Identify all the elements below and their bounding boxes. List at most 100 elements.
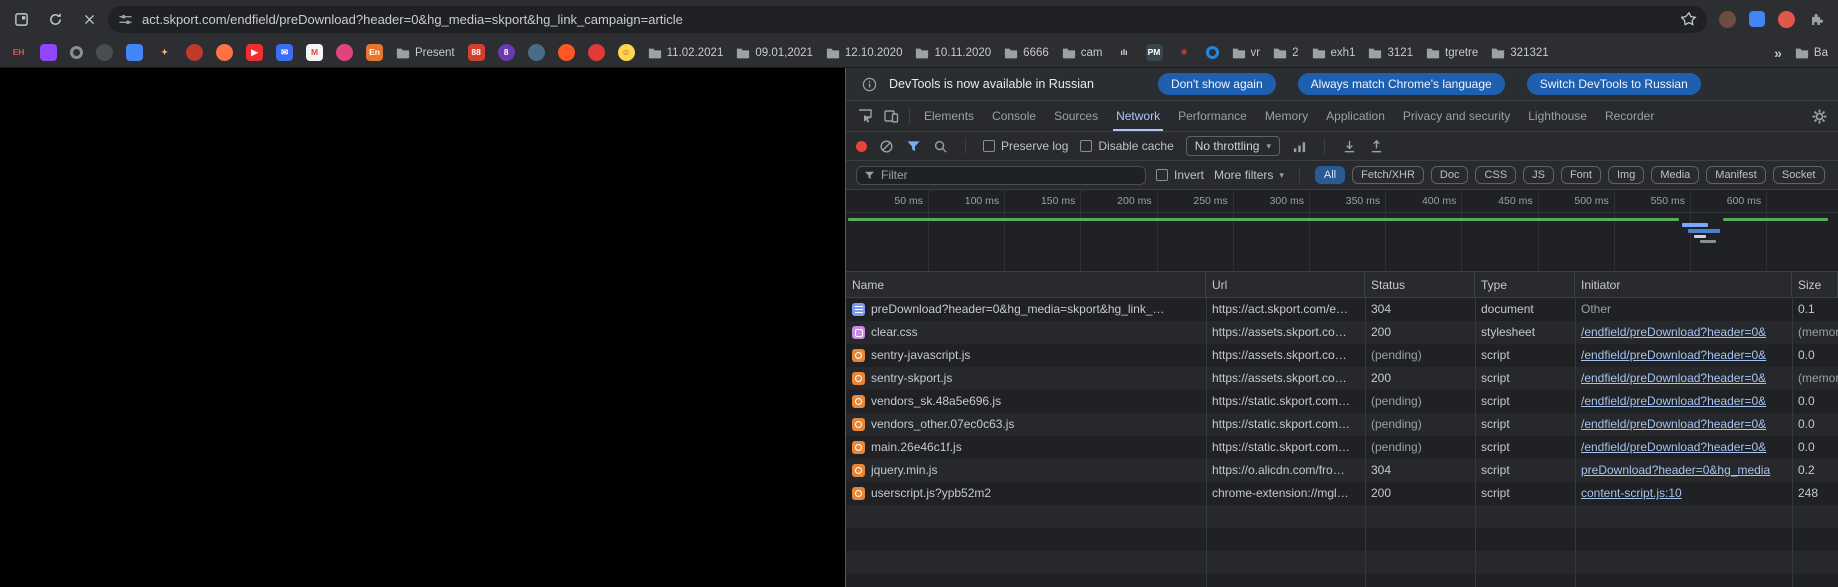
bookmark-88[interactable]: 88 bbox=[468, 44, 485, 61]
bookmark-twitch[interactable] bbox=[40, 44, 57, 61]
bookmark-folder-2[interactable]: 2 bbox=[1273, 47, 1298, 59]
column-header-name[interactable]: Name bbox=[846, 272, 1206, 297]
bookmark-red-badge[interactable] bbox=[186, 44, 203, 61]
bookmark-folder-present[interactable]: Present bbox=[396, 47, 455, 59]
chip-socket[interactable]: Socket bbox=[1773, 166, 1825, 184]
bookmark-pm[interactable]: PM bbox=[1146, 44, 1163, 61]
bookmark-flame[interactable] bbox=[216, 44, 233, 61]
extension-icon-2[interactable] bbox=[1749, 11, 1765, 27]
bookmark-folder-ba[interactable]: Ba bbox=[1795, 47, 1828, 59]
initiator-link[interactable]: /endfield/preDownload?header=0& bbox=[1581, 371, 1766, 385]
request-row-predownload-header-0-hg-media-skport-hg-[interactable]: preDownload?header=0&hg_media=skport&hg_… bbox=[846, 298, 1838, 321]
column-header-size[interactable]: Size bbox=[1792, 272, 1838, 297]
bookmark-folder-vr[interactable]: vr bbox=[1232, 47, 1261, 59]
chip-media[interactable]: Media bbox=[1651, 166, 1699, 184]
import-har-icon[interactable] bbox=[1342, 139, 1357, 154]
match-language-button[interactable]: Always match Chrome's language bbox=[1298, 73, 1505, 95]
column-header-status[interactable]: Status bbox=[1365, 272, 1475, 297]
bookmark-en[interactable]: En bbox=[366, 44, 383, 61]
bookmark-mail[interactable]: ✉ bbox=[276, 44, 293, 61]
bookmark-orange-circle[interactable] bbox=[558, 44, 575, 61]
network-overview-timeline[interactable]: 50 ms100 ms150 ms200 ms250 ms300 ms350 m… bbox=[846, 190, 1838, 272]
disable-cache-checkbox[interactable]: Disable cache bbox=[1080, 139, 1173, 153]
tab-recorder[interactable]: Recorder bbox=[1596, 101, 1663, 131]
request-row-jquery-min-js[interactable]: jquery.min.js https://o.alicdn.com/fro… … bbox=[846, 459, 1838, 482]
column-header-initiator[interactable]: Initiator bbox=[1575, 272, 1792, 297]
bookmark-gray-badge[interactable] bbox=[96, 44, 113, 61]
bookmark-folder-cam[interactable]: cam bbox=[1062, 47, 1103, 59]
bookmark-blue-gray[interactable] bbox=[528, 44, 545, 61]
preserve-log-checkbox[interactable]: Preserve log bbox=[983, 139, 1068, 153]
network-conditions-icon[interactable] bbox=[1292, 139, 1307, 154]
chip-css[interactable]: CSS bbox=[1475, 166, 1516, 184]
site-settings-icon[interactable] bbox=[118, 12, 133, 27]
column-header-url[interactable]: Url bbox=[1206, 272, 1365, 297]
bookmark-dark-ring[interactable] bbox=[70, 46, 83, 59]
bookmark-waveform[interactable]: ılı bbox=[1116, 44, 1133, 61]
initiator-link[interactable]: /endfield/preDownload?header=0& bbox=[1581, 440, 1766, 454]
bookmark-red-circle[interactable] bbox=[588, 44, 605, 61]
dont-show-again-button[interactable]: Don't show again bbox=[1158, 73, 1276, 95]
tab-lighthouse[interactable]: Lighthouse bbox=[1519, 101, 1596, 131]
invert-checkbox[interactable]: Invert bbox=[1156, 168, 1204, 182]
chip-img[interactable]: Img bbox=[1608, 166, 1644, 184]
chip-all[interactable]: All bbox=[1315, 166, 1345, 184]
bookmark-eh[interactable]: EH bbox=[10, 44, 27, 61]
bookmark-red-flower[interactable]: ✳ bbox=[1176, 44, 1193, 61]
bookmark-folder-321321[interactable]: 321321 bbox=[1491, 47, 1548, 59]
bookmark-folder-10-11-2020[interactable]: 10.11.2020 bbox=[915, 47, 991, 59]
bookmark-blue-app[interactable] bbox=[126, 44, 143, 61]
bookmark-folder-09-01-2021[interactable]: 09.01,2021 bbox=[736, 47, 813, 59]
chip-font[interactable]: Font bbox=[1561, 166, 1601, 184]
bookmark-folder-exh1[interactable]: exh1 bbox=[1312, 47, 1356, 59]
switch-to-russian-button[interactable]: Switch DevTools to Russian bbox=[1527, 73, 1701, 95]
window-icon[interactable] bbox=[12, 10, 30, 28]
settings-gear-icon[interactable] bbox=[1806, 104, 1832, 128]
request-row-main-26e46c1f-js[interactable]: main.26e46c1f.js https://static.skport.c… bbox=[846, 436, 1838, 459]
tab-application[interactable]: Application bbox=[1317, 101, 1394, 131]
export-har-icon[interactable] bbox=[1369, 139, 1384, 154]
bookmark-gmail[interactable]: M bbox=[306, 44, 323, 61]
filter-funnel-icon[interactable] bbox=[906, 139, 921, 154]
bookmarks-overflow-chevron[interactable]: » bbox=[1774, 45, 1782, 61]
bookmark-folder-12-10-2020[interactable]: 12.10.2020 bbox=[826, 47, 903, 59]
bookmark-smiley[interactable]: ☺ bbox=[618, 44, 635, 61]
initiator-link[interactable]: /endfield/preDownload?header=0& bbox=[1581, 348, 1766, 362]
chip-manifest[interactable]: Manifest bbox=[1706, 166, 1766, 184]
bookmark-star-icon[interactable] bbox=[1681, 11, 1697, 27]
bookmark-pink-badge[interactable] bbox=[336, 44, 353, 61]
bookmark-8-ball[interactable]: 8 bbox=[498, 44, 515, 61]
chip-doc[interactable]: Doc bbox=[1431, 166, 1469, 184]
checkbox-box[interactable] bbox=[1080, 140, 1092, 152]
initiator-link[interactable]: content-script.js:10 bbox=[1581, 486, 1682, 500]
reload-icon[interactable] bbox=[46, 10, 64, 28]
tab-sources[interactable]: Sources bbox=[1045, 101, 1107, 131]
throttling-select[interactable]: No throttling ▾ bbox=[1186, 136, 1280, 156]
device-toolbar-icon[interactable] bbox=[878, 104, 904, 128]
bookmark-folder-11-02-2021[interactable]: 11.02.2021 bbox=[648, 47, 724, 59]
tab-console[interactable]: Console bbox=[983, 101, 1045, 131]
tab-performance[interactable]: Performance bbox=[1169, 101, 1256, 131]
request-row-sentry-skport-js[interactable]: sentry-skport.js https://assets.skport.c… bbox=[846, 367, 1838, 390]
extensions-puzzle-icon[interactable] bbox=[1808, 10, 1826, 28]
initiator-link[interactable]: /endfield/preDownload?header=0& bbox=[1581, 394, 1766, 408]
tab-memory[interactable]: Memory bbox=[1256, 101, 1317, 131]
request-row-clear-css[interactable]: clear.css https://assets.skport.co… 200 … bbox=[846, 321, 1838, 344]
bookmark-folder-6666[interactable]: 6666 bbox=[1004, 47, 1049, 59]
request-row-userscript-js-ypb52m2[interactable]: userscript.js?ypb52m2 chrome-extension:/… bbox=[846, 482, 1838, 505]
bookmark-folder-tgretre[interactable]: tgretre bbox=[1426, 47, 1478, 59]
more-filters-dropdown[interactable]: More filters ▾ bbox=[1214, 168, 1284, 182]
request-row-sentry-javascript-js[interactable]: sentry-javascript.js https://assets.skpo… bbox=[846, 344, 1838, 367]
url-bar[interactable]: act.skport.com/endfield/preDownload?head… bbox=[108, 6, 1707, 33]
bookmark-youtube[interactable]: ▶ bbox=[246, 44, 263, 61]
initiator-link[interactable]: /endfield/preDownload?header=0& bbox=[1581, 325, 1766, 339]
search-icon[interactable] bbox=[933, 139, 948, 154]
initiator-link[interactable]: /endfield/preDownload?header=0& bbox=[1581, 417, 1766, 431]
tab-elements[interactable]: Elements bbox=[915, 101, 983, 131]
initiator-link[interactable]: preDownload?header=0&hg_media bbox=[1581, 463, 1770, 477]
page-content[interactable] bbox=[0, 68, 845, 587]
request-row-vendors-other-07ec0c63-js[interactable]: vendors_other.07ec0c63.js https://static… bbox=[846, 413, 1838, 436]
chip-fetch-xhr[interactable]: Fetch/XHR bbox=[1352, 166, 1424, 184]
extension-icon-3[interactable] bbox=[1778, 11, 1795, 28]
record-network-log-icon[interactable] bbox=[856, 141, 867, 152]
